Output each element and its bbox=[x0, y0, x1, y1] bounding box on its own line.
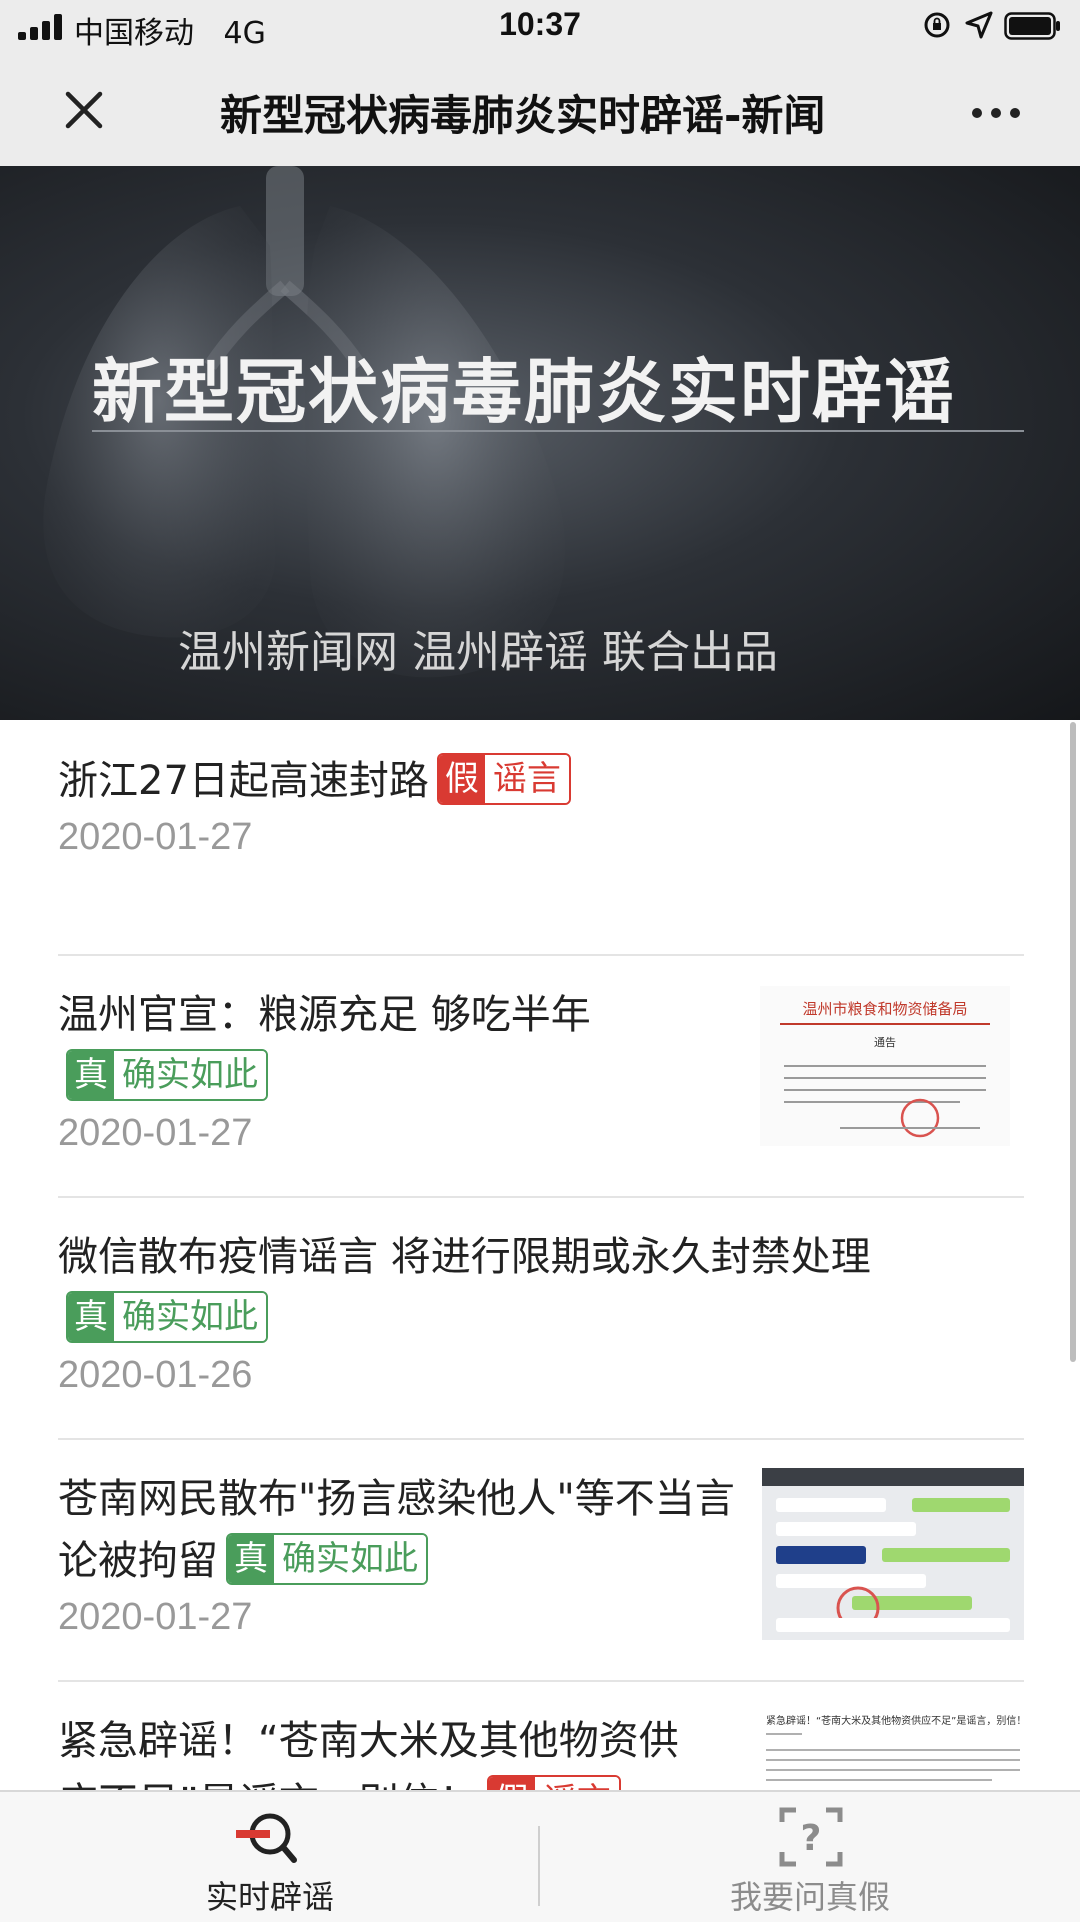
item-date: 2020-01-26 bbox=[58, 1354, 253, 1396]
item-title: 紧急辟谣！“苍南大米及其他物资供应不足”是谣言，别信！假谣言 bbox=[58, 1710, 708, 1790]
search-rumor-icon bbox=[236, 1813, 297, 1863]
list-divider bbox=[58, 1680, 1024, 1682]
rumor-list: 浙江27日起高速封路假谣言 2020-01-27 温州官宣：粮源充足 够吃半年真… bbox=[0, 720, 1080, 1790]
thumbnail-subtitle: 通告 bbox=[874, 1036, 896, 1049]
banner: 新型冠状病毒肺炎实时辟谣 温州新闻网 温州辟谣 联合出品 bbox=[0, 166, 1080, 720]
item-title: 浙江27日起高速封路假谣言 bbox=[58, 750, 698, 812]
battery-icon bbox=[1004, 12, 1060, 40]
item-thumbnail: 紧急辟谣！“苍南大米及其他物资供应不足”是谣言，别信！ bbox=[762, 1710, 1024, 1790]
more-options-icon[interactable] bbox=[966, 92, 1026, 132]
verdict-badge-false: 假谣言 bbox=[486, 1775, 621, 1790]
carrier-info: 中国移动 4G bbox=[74, 8, 266, 52]
item-title: 温州官宣：粮源充足 够吃半年真确实如此 bbox=[58, 984, 598, 1108]
tab-realtime-rumor[interactable]: 实时辟谣 bbox=[0, 1792, 540, 1922]
item-thumbnail bbox=[762, 1468, 1024, 1640]
status-bar: 中国移动 4G 10:37 bbox=[0, 0, 1080, 52]
banner-credit: 温州新闻网 温州辟谣 联合出品 bbox=[178, 627, 778, 678]
item-title: 苍南网民散布"扬言感染他人"等不当言论被拘留真确实如此 bbox=[58, 1476, 735, 1585]
list-item[interactable]: 微信散布疫情谣言 将进行限期或永久封禁处理真确实如此 2020-01-26 bbox=[58, 1226, 1024, 1397]
item-thumbnail: 温州市粮食和物资储备局 通告 bbox=[760, 986, 1010, 1146]
signal-icon bbox=[18, 14, 66, 40]
carrier-name: 中国移动 bbox=[74, 16, 194, 51]
page-title: 新型冠状病毒肺炎实时辟谣-新闻 bbox=[220, 91, 826, 140]
thumbnail-article-header: 紧急辟谣！“苍南大米及其他物资供应不足”是谣言，别信！ bbox=[766, 1714, 1024, 1727]
rotation-lock-icon bbox=[924, 12, 950, 38]
verdict-badge-true: 真确实如此 bbox=[66, 1291, 268, 1343]
verdict-badge-true: 真确实如此 bbox=[66, 1049, 268, 1101]
list-divider bbox=[58, 1438, 1024, 1440]
network-type: 4G bbox=[223, 16, 266, 51]
verdict-badge-true: 真确实如此 bbox=[226, 1533, 428, 1585]
thumbnail-header: 温州市粮食和物资储备局 bbox=[802, 1000, 967, 1018]
tab-bar: 实时辟谣 ? 我要问真假 bbox=[0, 1790, 1080, 1922]
svg-text:?: ? bbox=[801, 1818, 822, 1859]
tab-label: 实时辟谣 bbox=[205, 1878, 334, 1916]
nav-bar: 新型冠状病毒肺炎实时辟谣-新闻 bbox=[0, 52, 1080, 166]
tab-ask-truth[interactable]: ? 我要问真假 bbox=[540, 1792, 1080, 1922]
question-icon: ? bbox=[779, 1807, 843, 1867]
banner-divider bbox=[92, 430, 1024, 432]
banner-title: 新型冠状病毒肺炎实时辟谣 bbox=[92, 351, 956, 433]
verdict-badge-false: 假谣言 bbox=[436, 753, 571, 805]
list-divider bbox=[58, 1196, 1024, 1198]
item-date: 2020-01-27 bbox=[58, 816, 253, 858]
list-item[interactable]: 浙江27日起高速封路假谣言 2020-01-27 bbox=[58, 750, 1024, 859]
scrollbar[interactable] bbox=[1070, 722, 1076, 1362]
location-icon bbox=[965, 11, 993, 39]
item-title: 微信散布疫情谣言 将进行限期或永久封禁处理真确实如此 bbox=[58, 1226, 878, 1350]
tab-label: 我要问真假 bbox=[729, 1878, 890, 1916]
list-divider bbox=[58, 954, 1024, 956]
close-icon[interactable] bbox=[56, 82, 112, 138]
